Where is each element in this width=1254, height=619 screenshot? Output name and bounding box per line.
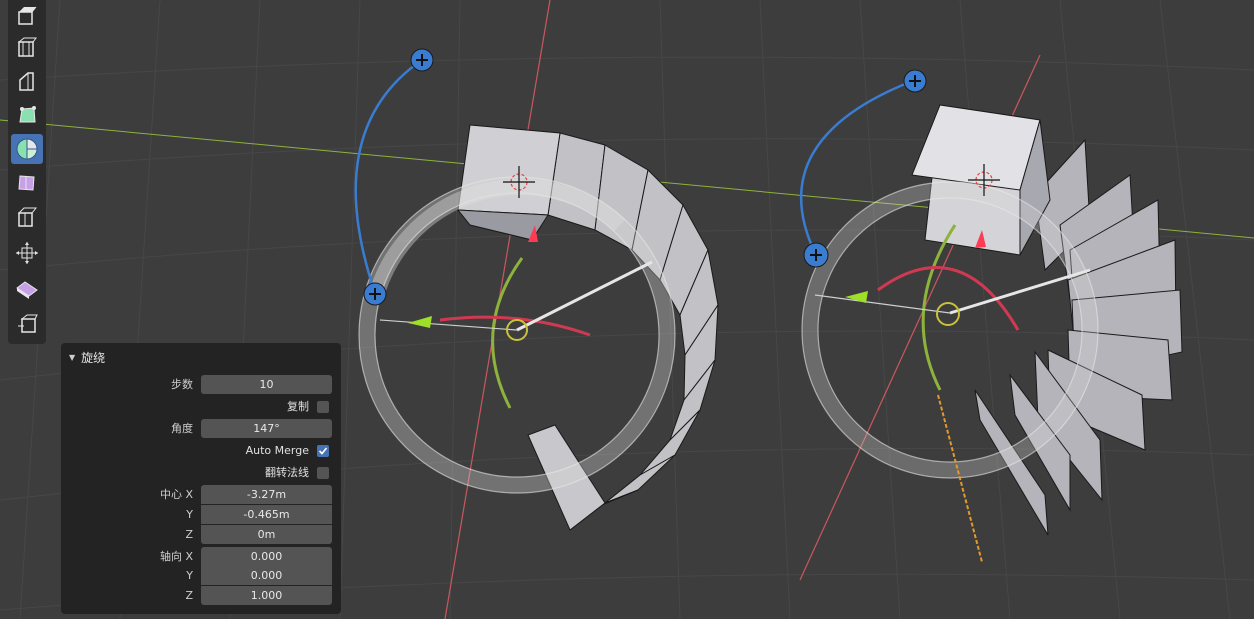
center-y-row: Y -0.465m xyxy=(61,505,341,525)
axis-z-row: Z 1.000 xyxy=(61,586,341,606)
duplicate-label: 复制 xyxy=(287,400,309,413)
flip-normals-row: 翻转法线 xyxy=(61,463,341,483)
center-y-field[interactable]: -0.465m xyxy=(201,505,332,524)
loop-cut-tool[interactable] xyxy=(11,100,43,130)
extrude-region-icon xyxy=(18,6,37,25)
flip-normals-checkbox[interactable] xyxy=(317,467,329,479)
rip-region-icon xyxy=(18,314,38,333)
adjust-last-operation-panel: ▼ 旋绕 步数 10 复制 角度 147° Auto Merge 翻转法线 中心… xyxy=(61,343,341,614)
axis-x-label: 轴向 X xyxy=(159,550,193,563)
checkmark-icon xyxy=(318,447,328,455)
inset-faces-icon xyxy=(17,37,37,57)
spin-handle-plus-top-right-icon xyxy=(903,69,927,93)
axis-x-field[interactable]: 0.000 xyxy=(201,547,332,566)
steps-row: 步数 10 xyxy=(61,375,341,395)
angle-label: 角度 xyxy=(171,422,193,435)
steps-field[interactable]: 10 xyxy=(201,375,332,394)
shear-icon xyxy=(16,281,38,299)
auto-merge-checkbox[interactable] xyxy=(317,445,329,457)
collapse-triangle-icon[interactable]: ▼ xyxy=(69,353,75,362)
loop-cut-icon xyxy=(19,106,36,123)
panel-header[interactable]: ▼ 旋绕 xyxy=(69,348,105,366)
center-x-field[interactable]: -3.27m xyxy=(201,485,332,504)
shrink-fatten-tool[interactable] xyxy=(11,238,43,268)
spin-icon xyxy=(16,138,38,160)
spin-handle-plus-bottom-icon xyxy=(363,282,387,306)
center-z-label: Z xyxy=(185,528,193,541)
shrink-fatten-icon xyxy=(16,242,38,264)
spin-handle-plus-top-icon xyxy=(410,48,434,72)
duplicate-checkbox[interactable] xyxy=(317,401,329,413)
rip-region-tool[interactable] xyxy=(11,308,43,338)
axis-x-row: 轴向 X 0.000 xyxy=(61,547,341,567)
duplicate-row: 复制 xyxy=(61,397,341,417)
bevel-tool[interactable] xyxy=(11,66,43,96)
center-x-label: 中心 X xyxy=(159,488,193,501)
axis-z-label: Z xyxy=(185,589,193,602)
extrude-region-tool[interactable] xyxy=(11,0,43,30)
axis-y-label: Y xyxy=(186,569,193,582)
edge-slide-tool[interactable] xyxy=(11,202,43,232)
bevel-icon xyxy=(19,72,34,91)
axis-z-field[interactable]: 1.000 xyxy=(201,586,332,605)
spin-result-right xyxy=(800,69,1183,563)
auto-merge-row: Auto Merge xyxy=(61,441,341,461)
center-z-row: Z 0m xyxy=(61,525,341,545)
axis-y-row: Y 0.000 xyxy=(61,566,341,586)
inset-faces-tool[interactable] xyxy=(11,32,43,62)
steps-label: 步数 xyxy=(171,378,193,391)
angle-field[interactable]: 147° xyxy=(201,419,332,438)
auto-merge-label: Auto Merge xyxy=(245,444,309,457)
center-x-row: 中心 X -3.27m xyxy=(61,485,341,505)
axis-y-field[interactable]: 0.000 xyxy=(201,566,332,585)
smooth-vertices-tool[interactable] xyxy=(11,168,43,198)
spin-tool[interactable] xyxy=(11,134,43,164)
panel-title: 旋绕 xyxy=(81,350,106,365)
edge-slide-icon xyxy=(17,207,38,227)
angle-row: 角度 147° xyxy=(61,419,341,439)
spin-handle-plus-bottom-right-icon xyxy=(803,242,829,268)
center-z-field[interactable]: 0m xyxy=(201,525,332,544)
flip-normals-label: 翻转法线 xyxy=(265,466,309,479)
shear-tool[interactable] xyxy=(11,274,43,304)
center-y-label: Y xyxy=(186,508,193,521)
tool-shelf xyxy=(8,0,46,344)
smooth-vertices-icon xyxy=(18,175,35,191)
